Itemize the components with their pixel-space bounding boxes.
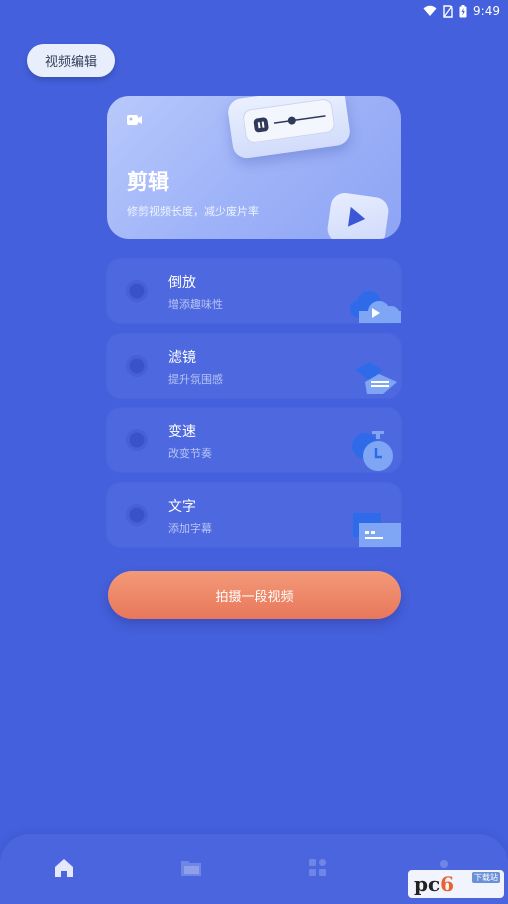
feature-name: 倒放	[168, 275, 196, 291]
feature-desc: 提升氛围感	[168, 373, 223, 386]
camera-icon	[127, 115, 142, 125]
watermark-logo: pc6 下载站	[408, 870, 504, 898]
wifi-icon	[423, 5, 437, 16]
feature-radio-dot	[125, 503, 149, 527]
status-time: 9:49	[473, 4, 500, 18]
feature-radio-dot	[125, 279, 149, 303]
no-sim-icon	[443, 4, 453, 18]
feature-desc: 改变节奏	[168, 447, 212, 460]
feature-desc: 添加字幕	[168, 522, 212, 535]
shoot-video-button[interactable]: 拍摄一段视频	[108, 571, 401, 619]
feature-reverse[interactable]: 倒放 增添趣味性	[107, 259, 401, 323]
feature-filter[interactable]: 滤镜 提升氛围感	[107, 334, 401, 398]
hero-title: 剪辑	[127, 170, 169, 194]
play-icon	[325, 191, 391, 239]
feature-radio-dot	[125, 428, 149, 452]
cloud-play-icon	[350, 291, 401, 323]
folder-icon[interactable]	[179, 856, 203, 880]
trim-hero-card[interactable]: 剪辑 修剪视频长度，减少废片率	[107, 96, 401, 239]
video-edit-chip[interactable]: 视频编辑	[27, 44, 115, 77]
hero-subtitle: 修剪视频长度，减少废片率	[127, 205, 259, 218]
watermark-tag: 下载站	[472, 872, 500, 883]
watermark-brand: pc6	[414, 872, 455, 896]
feature-text[interactable]: 文字 添加字幕	[107, 483, 401, 547]
trim-device-illustration	[226, 96, 352, 160]
battery-icon	[459, 4, 467, 17]
feature-speed[interactable]: 变速 改变节奏	[107, 408, 401, 472]
apps-icon[interactable]	[306, 856, 330, 880]
feature-name: 变速	[168, 424, 196, 440]
home-icon[interactable]	[52, 856, 76, 880]
stopwatch-icon	[352, 431, 393, 471]
feature-name: 滤镜	[168, 350, 196, 366]
bottom-nav: pc6 下载站	[0, 834, 508, 904]
feature-desc: 增添趣味性	[168, 298, 223, 311]
slider-icon	[253, 115, 326, 133]
layers-icon	[355, 362, 397, 394]
feature-name: 文字	[168, 499, 196, 515]
status-bar: 9:49	[0, 0, 508, 22]
text-card-icon	[353, 513, 401, 547]
feature-radio-dot	[125, 354, 149, 378]
